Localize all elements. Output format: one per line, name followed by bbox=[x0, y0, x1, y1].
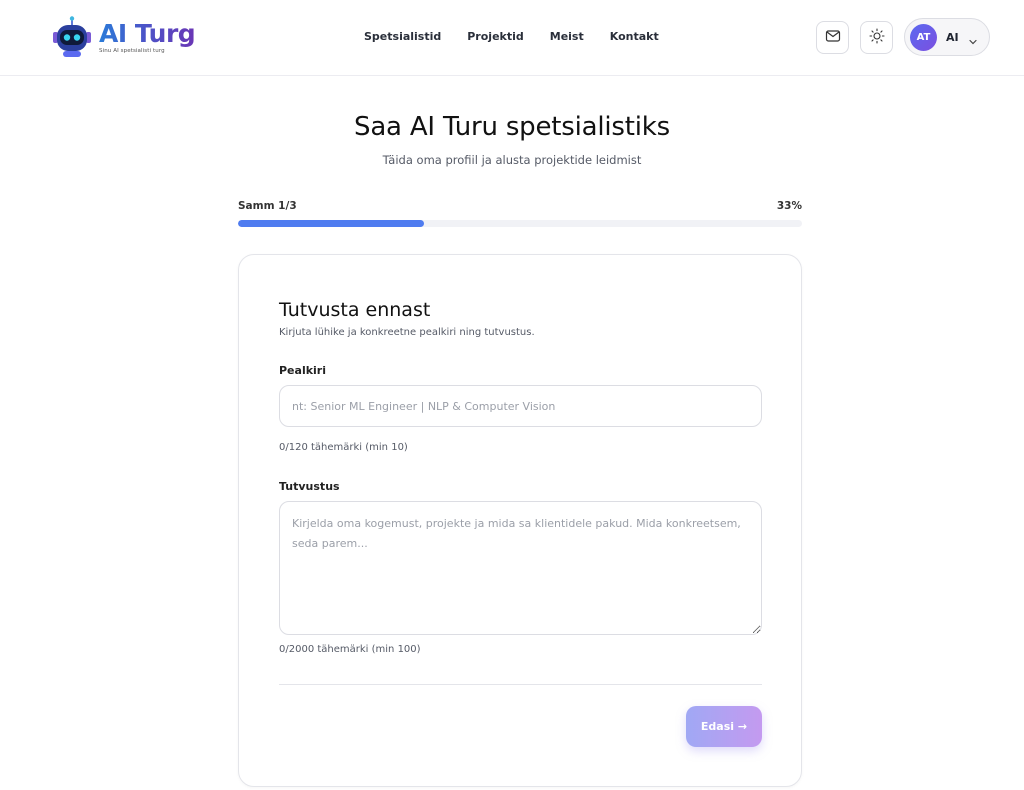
headline-input[interactable] bbox=[279, 385, 762, 427]
bio-label: Tutvustus bbox=[279, 480, 340, 493]
messages-button[interactable] bbox=[816, 21, 849, 54]
bio-textarea[interactable] bbox=[279, 501, 762, 635]
brand-title: AI Turg bbox=[99, 18, 196, 48]
progress-fill bbox=[238, 220, 425, 227]
form-subtitle: Kirjuta lühike ja konkreetne pealkiri ni… bbox=[279, 327, 535, 338]
nav-link-meist[interactable]: Meist bbox=[550, 30, 584, 43]
brand-logo[interactable]: AI Turg Sinu AI spetsialisti turg bbox=[50, 12, 196, 62]
page-title: Saa AI Turu spetsialistiks bbox=[354, 112, 670, 142]
step-label: Samm 1/3 bbox=[238, 200, 297, 212]
brand-subtitle: Sinu AI spetsialisti turg bbox=[99, 47, 165, 54]
top-header: AI Turg Sinu AI spetsialisti turg Spetsi… bbox=[0, 0, 1024, 76]
user-menu-button[interactable]: AT AI bbox=[904, 18, 990, 56]
form-title: Tutvusta ennast bbox=[279, 299, 431, 321]
main-nav: Spetsialistid Projektid Meist Kontakt bbox=[364, 30, 659, 43]
page-subtitle: Täida oma profiil ja alusta projektide l… bbox=[382, 153, 642, 167]
user-name: AI bbox=[946, 30, 959, 44]
robot-logo-icon bbox=[50, 15, 94, 59]
headline-label: Pealkiri bbox=[279, 364, 326, 377]
step-percent: 33% bbox=[776, 200, 802, 212]
profile-form-card: Tutvusta ennast Kirjuta lühike ja konkre… bbox=[238, 254, 802, 787]
next-button[interactable]: Edasi → bbox=[686, 706, 762, 747]
progress-bar bbox=[238, 220, 802, 227]
chevron-down-icon bbox=[968, 32, 978, 45]
nav-link-projektid[interactable]: Projektid bbox=[467, 30, 524, 43]
avatar: AT bbox=[910, 23, 937, 51]
nav-link-kontakt[interactable]: Kontakt bbox=[610, 30, 659, 43]
nav-link-spetsialistid[interactable]: Spetsialistid bbox=[364, 30, 441, 43]
bio-counter: 0/2000 tähemärki (min 100) bbox=[279, 644, 421, 655]
theme-toggle-button[interactable] bbox=[860, 21, 893, 54]
mail-icon bbox=[825, 28, 841, 48]
form-divider bbox=[279, 684, 762, 685]
headline-counter: 0/120 tähemärki (min 10) bbox=[279, 442, 408, 453]
sun-icon bbox=[868, 27, 885, 48]
